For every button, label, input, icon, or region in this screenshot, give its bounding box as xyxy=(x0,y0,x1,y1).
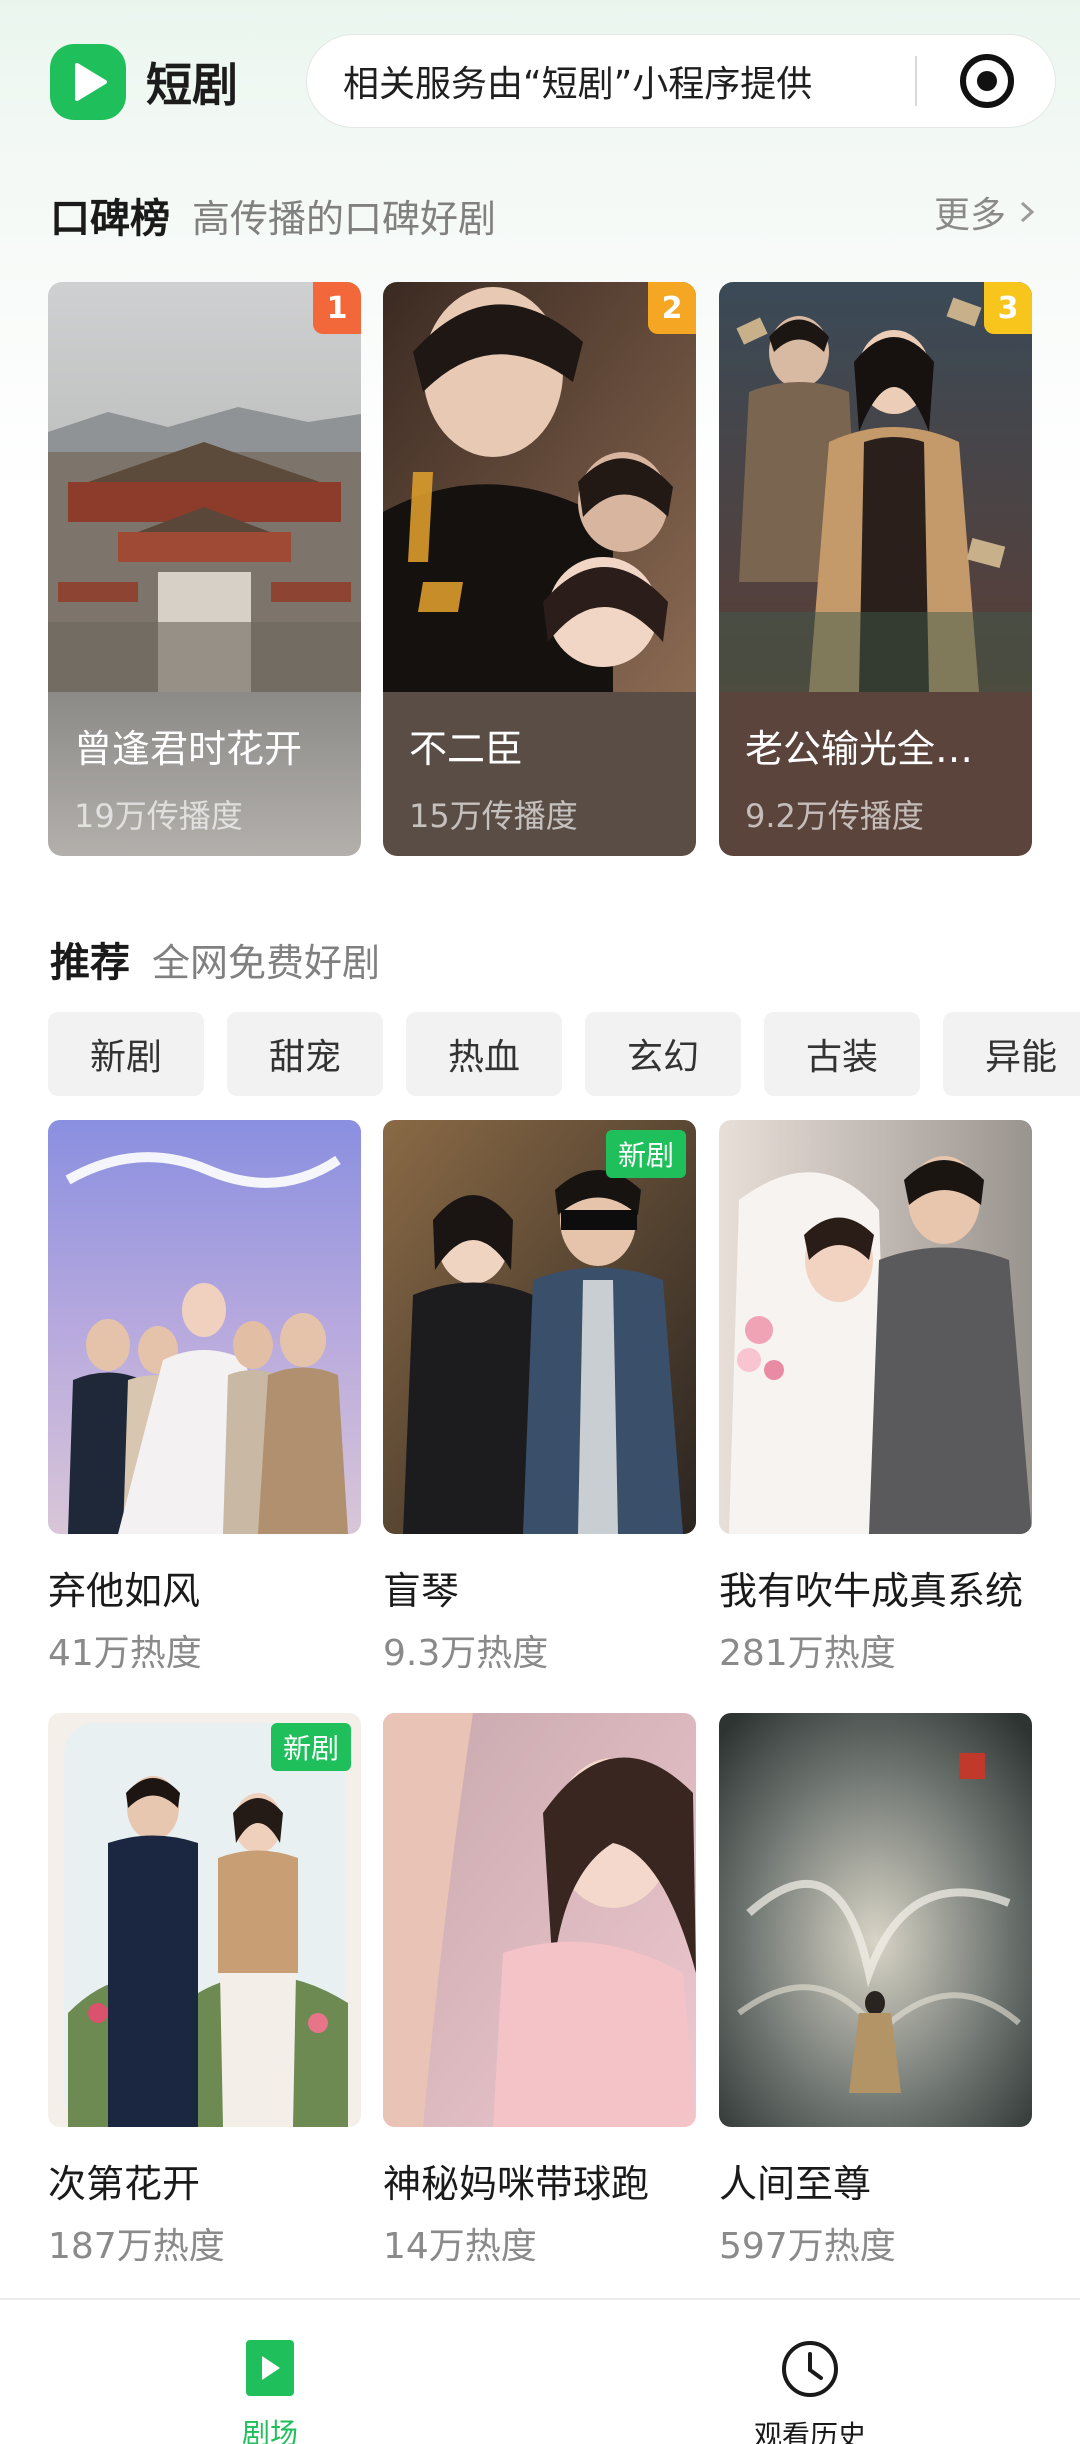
tag-fantasy[interactable]: 玄幻 xyxy=(585,1012,741,1096)
bottom-tab-bar: 剧场 观看历史 xyxy=(0,2298,1080,2444)
tab-theater[interactable]: 剧场 xyxy=(170,2338,370,2444)
poster-image xyxy=(48,1120,361,1534)
drama-heat: 187万热度 xyxy=(48,2226,225,2267)
ranking-card[interactable]: 老公输光全部家产，我让他继续 9.2万传播度 3 xyxy=(719,282,1032,856)
tab-label: 观看历史 xyxy=(753,2419,866,2444)
drama-heat: 281万热度 xyxy=(719,1633,896,1674)
brand-logo-icon xyxy=(50,44,126,120)
poster-image xyxy=(383,282,696,692)
new-badge: 新剧 xyxy=(270,1723,351,1771)
tag-sweet[interactable]: 甜宠 xyxy=(227,1012,383,1096)
capsule-divider xyxy=(915,56,917,106)
recommend-header: 推荐 全网免费好剧 xyxy=(50,930,1040,988)
tag-costume[interactable]: 古装 xyxy=(764,1012,920,1096)
close-miniprogram-icon[interactable] xyxy=(957,51,1017,111)
play-icon xyxy=(246,2340,294,2396)
rank-badge: 2 xyxy=(648,282,696,334)
poster-image xyxy=(383,1713,696,2127)
ranking-card-spread: 19万传播度 xyxy=(74,797,243,835)
poster-image xyxy=(48,282,361,692)
ranking-list: 曾逢君时花开 19万传播度 1 不二臣 15万传播度 2 老公输光全部家 9.2… xyxy=(48,282,1032,856)
ranking-card-spread: 9.2万传播度 xyxy=(745,797,924,835)
ranking-info: 曾逢君时花开 19万传播度 xyxy=(48,692,361,856)
ranking-card-title: 不二臣 xyxy=(409,727,524,771)
ranking-card-title: 曾逢君时花开 xyxy=(74,727,303,771)
chevron-right-icon xyxy=(1020,201,1035,223)
rank-badge: 3 xyxy=(984,282,1032,334)
drama-heat: 14万热度 xyxy=(383,2226,537,2267)
ranking-info: 老公输光全部家产，我让他继续 9.2万传播度 xyxy=(719,692,1032,856)
new-badge: 新剧 xyxy=(605,1130,686,1178)
recommend-title: 推荐 xyxy=(50,940,130,986)
app-header: 短剧 相关服务由“短剧”小程序提供 xyxy=(0,30,1080,140)
poster-image xyxy=(719,1713,1032,2127)
tag-superpower[interactable]: 异能 xyxy=(943,1012,1080,1096)
drama-heat: 41万热度 xyxy=(48,1633,202,1674)
ranking-header: 口碑榜 高传播的口碑好剧 更多 xyxy=(50,186,1040,244)
drama-title: 次第花开 xyxy=(48,2162,201,2206)
recommend-subtitle: 全网免费好剧 xyxy=(152,941,381,985)
ranking-info: 不二臣 15万传播度 xyxy=(383,692,696,856)
drama-title: 神秘妈咪带球跑 xyxy=(383,2162,650,2206)
tag-new[interactable]: 新剧 xyxy=(48,1012,204,1096)
category-tags: 新剧 甜宠 热血 玄幻 古装 异能 xyxy=(48,1012,1080,1098)
poster-image: 新剧 xyxy=(383,1120,696,1534)
poster-image xyxy=(719,1120,1032,1534)
drama-title: 我有吹牛成真系统 xyxy=(719,1569,1024,1613)
drama-title: 盲琴 xyxy=(383,1569,460,1613)
ranking-more-link[interactable]: 更多 xyxy=(934,186,1040,238)
recommend-grid-row-1: 弃他如风 41万热度 新剧 盲琴 9.3万热度 我有吹牛成真系统 281万热度 xyxy=(48,1120,1032,1700)
rank-badge: 1 xyxy=(313,282,361,334)
ranking-card[interactable]: 不二臣 15万传播度 2 xyxy=(383,282,696,856)
poster-image: 新剧 xyxy=(48,1713,361,2127)
recommend-grid-row-2: 新剧 次第花开 187万热度 神秘妈咪带球跑 14万热度 人间至尊 597万热度 xyxy=(48,1713,1032,2293)
poster-image xyxy=(719,282,1032,692)
clock-icon xyxy=(782,2341,838,2397)
tab-history[interactable]: 观看历史 xyxy=(710,2338,910,2444)
ranking-card-spread: 15万传播度 xyxy=(409,797,578,835)
more-label: 更多 xyxy=(933,195,1006,236)
drama-title: 弃他如风 xyxy=(48,1569,201,1613)
tag-passion[interactable]: 热血 xyxy=(406,1012,562,1096)
ranking-subtitle: 高传播的口碑好剧 xyxy=(192,197,497,241)
ranking-card[interactable]: 曾逢君时花开 19万传播度 1 xyxy=(48,282,361,856)
drama-heat: 597万热度 xyxy=(719,2226,896,2267)
ranking-card-title: 老公输光全部家产，我让他继续 xyxy=(745,727,1006,771)
brand-name: 短剧 xyxy=(146,58,238,112)
tab-label: 剧场 xyxy=(241,2417,298,2444)
drama-title: 人间至尊 xyxy=(719,2162,872,2206)
service-provider-text: 相关服务由“短剧”小程序提供 xyxy=(343,64,813,105)
ranking-title: 口碑榜 xyxy=(50,196,170,242)
service-capsule[interactable]: 相关服务由“短剧”小程序提供 xyxy=(306,34,1056,128)
drama-heat: 9.3万热度 xyxy=(383,1633,549,1674)
brand[interactable]: 短剧 xyxy=(50,44,238,120)
short-drama-page: 短剧 相关服务由“短剧”小程序提供 口碑榜 高传播的口碑好剧 更多 曾逢君时花开… xyxy=(0,0,1080,2444)
